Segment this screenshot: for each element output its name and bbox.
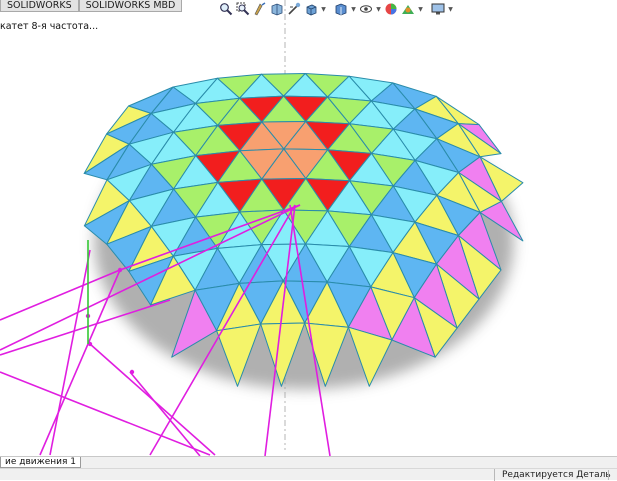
edit-appearance-icon[interactable] <box>383 1 399 17</box>
sketch-line <box>0 371 211 456</box>
status-divider <box>608 470 609 480</box>
view-orientation-icon[interactable] <box>303 1 319 17</box>
section-view-icon[interactable] <box>269 1 285 17</box>
heads-up-view-toolbar: ▼ ▼ ▼ ▼ ▼ <box>218 0 454 18</box>
tab-solidworks-mbd[interactable]: SOLIDWORKS MBD <box>78 0 183 12</box>
motion-study-bar: ие движения 1 <box>0 456 617 468</box>
sketch-point <box>117 267 123 273</box>
graphics-area[interactable]: SOLIDWORKS SOLIDWORKS MBD катет 8-я част… <box>0 0 617 456</box>
dynamic-annotation-icon[interactable] <box>286 1 302 17</box>
tab-solidworks[interactable]: SOLIDWORKS <box>0 0 79 12</box>
chevron-down-icon[interactable]: ▼ <box>417 1 424 17</box>
chevron-down-icon[interactable]: ▼ <box>350 1 357 17</box>
status-text: Редактируется Деталь <box>494 469 611 481</box>
hide-show-items-icon[interactable] <box>358 1 374 17</box>
breadcrumb[interactable]: катет 8-я частота... <box>0 21 98 32</box>
model-scene[interactable] <box>0 0 617 456</box>
sketch-line <box>129 371 201 456</box>
view-settings-icon[interactable] <box>430 1 446 17</box>
command-tabs: SOLIDWORKS SOLIDWORKS MBD <box>0 0 183 12</box>
chevron-down-icon[interactable]: ▼ <box>447 1 454 17</box>
chevron-down-icon[interactable]: ▼ <box>375 1 382 17</box>
tab-motion-study[interactable]: ие движения 1 <box>0 457 82 468</box>
zoom-to-fit-icon[interactable] <box>218 1 234 17</box>
status-bar: Редактируется Деталь <box>0 468 617 481</box>
sketch-point <box>129 369 135 375</box>
display-style-icon[interactable] <box>333 1 349 17</box>
apply-scene-icon[interactable] <box>400 1 416 17</box>
chevron-down-icon[interactable]: ▼ <box>320 1 327 17</box>
previous-view-icon[interactable] <box>252 1 268 17</box>
zoom-to-area-icon[interactable] <box>235 1 251 17</box>
